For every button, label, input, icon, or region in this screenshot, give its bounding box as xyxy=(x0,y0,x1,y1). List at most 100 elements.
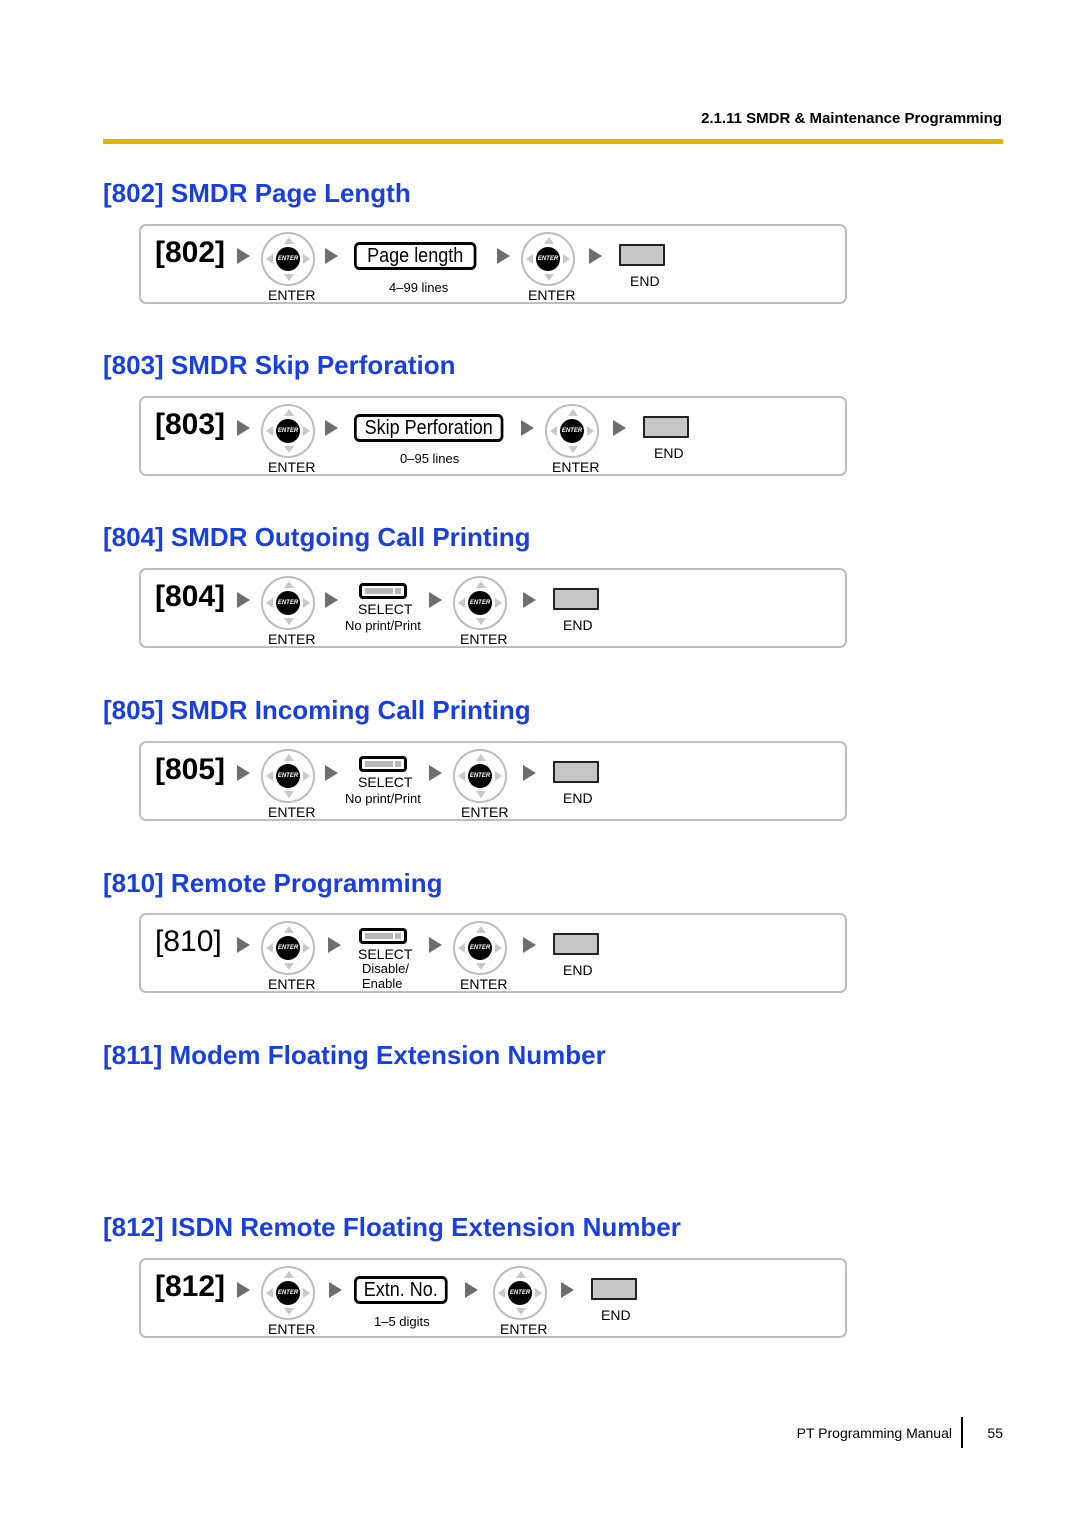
select-key-icon xyxy=(359,756,407,772)
select-key-icon xyxy=(359,928,407,944)
enter-label: ENTER xyxy=(268,976,316,992)
arrow-icon xyxy=(523,592,536,608)
select-label: SELECT xyxy=(358,946,413,962)
arrow-icon xyxy=(429,765,442,781)
page-number: 55 xyxy=(987,1425,1003,1441)
arrow-icon xyxy=(325,765,338,781)
enter-label: ENTER xyxy=(268,459,316,475)
footer-manual-title: PT Programming Manual xyxy=(796,1425,952,1441)
page-length-key: Page length xyxy=(354,242,477,270)
header-rule xyxy=(103,139,1003,144)
program-code: [812] xyxy=(155,1270,226,1303)
skip-perforation-key: Skip Perforation xyxy=(354,414,504,442)
arrow-icon xyxy=(589,248,602,264)
enter-key-text: ENTER xyxy=(560,419,584,443)
end-key-icon xyxy=(553,761,599,783)
select-options-note: No print/Print xyxy=(345,791,421,806)
select-label: SELECT xyxy=(358,601,413,617)
arrow-icon xyxy=(237,592,250,608)
enter-label: ENTER xyxy=(461,804,509,820)
arrow-icon xyxy=(465,1282,478,1298)
section-title-812: [812] ISDN Remote Floating Extension Num… xyxy=(103,1212,681,1242)
end-key-icon xyxy=(553,588,599,610)
arrow-icon xyxy=(237,765,250,781)
program-code: [803] xyxy=(155,408,226,441)
section-title-811: [811] Modem Floating Extension Number xyxy=(103,1040,606,1070)
enter-key-text: ENTER xyxy=(276,591,300,615)
enter-key-icon: ENTER xyxy=(453,749,507,803)
enter-key-text: ENTER xyxy=(468,591,492,615)
program-code: [804] xyxy=(155,580,226,613)
section-title-804: [804] SMDR Outgoing Call Printing xyxy=(103,522,531,552)
arrow-icon xyxy=(325,420,338,436)
arrow-icon xyxy=(523,765,536,781)
enter-key-icon: ENTER xyxy=(545,404,599,458)
procedure-box-804: [804] ENTER ENTER SELECT No print/Print … xyxy=(139,568,847,648)
enter-label: ENTER xyxy=(268,287,316,303)
arrow-icon xyxy=(561,1282,574,1298)
arrow-icon xyxy=(237,937,250,953)
enter-key-icon: ENTER xyxy=(261,749,315,803)
arrow-icon xyxy=(429,937,442,953)
program-code: [802] xyxy=(155,236,226,269)
select-options-note: No print/Print xyxy=(345,618,421,633)
enter-key-text: ENTER xyxy=(468,936,492,960)
arrow-icon xyxy=(237,248,250,264)
section-title-810: [810] Remote Programming xyxy=(103,868,443,898)
select-option-disable: Disable/ xyxy=(362,961,409,976)
procedure-box-805: [805] ENTER ENTER SELECT No print/Print … xyxy=(139,741,847,821)
program-code: [810] xyxy=(155,925,222,958)
enter-key-text: ENTER xyxy=(276,1281,300,1305)
enter-key-icon: ENTER xyxy=(261,404,315,458)
arrow-icon xyxy=(523,937,536,953)
end-key-icon xyxy=(619,244,665,266)
arrow-icon xyxy=(521,420,534,436)
enter-label: ENTER xyxy=(460,631,508,647)
enter-label: ENTER xyxy=(552,459,600,475)
section-title-803: [803] SMDR Skip Perforation xyxy=(103,350,456,380)
end-key-icon xyxy=(643,416,689,438)
enter-key-icon: ENTER xyxy=(261,576,315,630)
end-key-icon xyxy=(553,933,599,955)
arrow-icon xyxy=(325,248,338,264)
select-label: SELECT xyxy=(358,774,413,790)
enter-label: ENTER xyxy=(528,287,576,303)
arrow-icon xyxy=(497,248,510,264)
footer-divider xyxy=(961,1417,963,1448)
key-range-note: 4–99 lines xyxy=(389,280,449,295)
enter-key-text: ENTER xyxy=(276,419,300,443)
procedure-box-812: [812] ENTER ENTER Extn. No. 1–5 digits E… xyxy=(139,1258,847,1338)
enter-label: ENTER xyxy=(268,631,316,647)
arrow-icon xyxy=(613,420,626,436)
key-range-note: 0–95 lines xyxy=(400,451,460,466)
end-label: END xyxy=(601,1307,631,1323)
end-label: END xyxy=(654,445,684,461)
end-label: END xyxy=(563,617,593,633)
enter-key-text: ENTER xyxy=(276,247,300,271)
enter-key-icon: ENTER xyxy=(493,1266,547,1320)
enter-key-icon: ENTER xyxy=(453,921,507,975)
arrow-icon xyxy=(429,592,442,608)
enter-key-text: ENTER xyxy=(468,764,492,788)
enter-label: ENTER xyxy=(268,1321,316,1337)
enter-label: ENTER xyxy=(460,976,508,992)
procedure-box-802: [802] ENTER ENTER Page length 4–99 lines… xyxy=(139,224,847,304)
enter-key-icon: ENTER xyxy=(261,921,315,975)
procedure-box-803: [803] ENTER ENTER Skip Perforation 0–95 … xyxy=(139,396,847,476)
enter-key-text: ENTER xyxy=(508,1281,532,1305)
running-head: 2.1.11 SMDR & Maintenance Programming xyxy=(701,110,1002,127)
procedure-box-810: [810] ENTER ENTER SELECT Disable/ Enable… xyxy=(139,913,847,993)
enter-key-icon: ENTER xyxy=(261,232,315,286)
enter-key-icon: ENTER xyxy=(453,576,507,630)
arrow-icon xyxy=(325,592,338,608)
program-code: [805] xyxy=(155,753,226,786)
end-key-icon xyxy=(591,1278,637,1300)
enter-key-icon: ENTER xyxy=(261,1266,315,1320)
key-range-note: 1–5 digits xyxy=(374,1314,430,1329)
arrow-icon xyxy=(237,1282,250,1298)
enter-key-text: ENTER xyxy=(276,764,300,788)
enter-key-text: ENTER xyxy=(536,247,560,271)
end-label: END xyxy=(563,962,593,978)
enter-label: ENTER xyxy=(500,1321,548,1337)
end-label: END xyxy=(563,790,593,806)
